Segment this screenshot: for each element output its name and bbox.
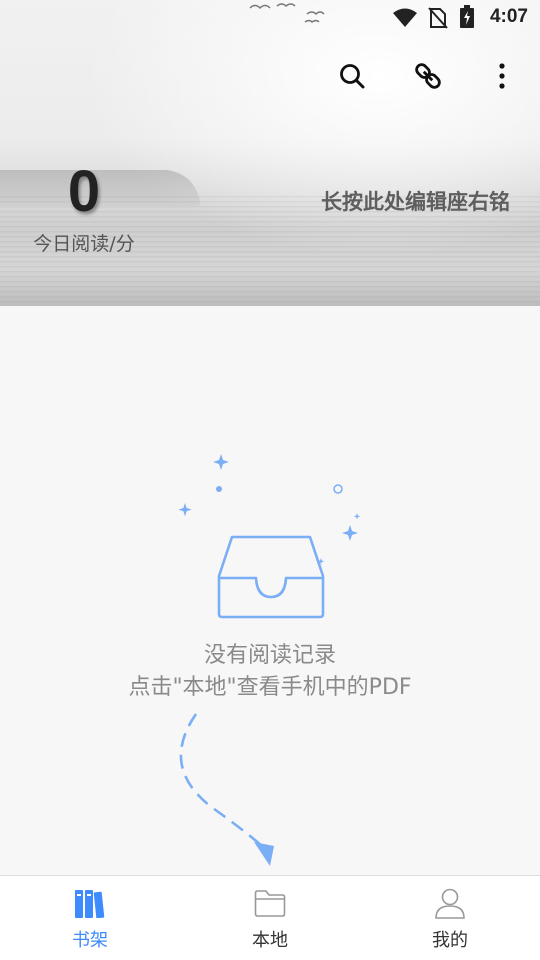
battery-charging-icon xyxy=(459,5,475,33)
nav-item-mine[interactable]: 我的 xyxy=(360,876,540,960)
reading-minutes-count: 0 xyxy=(67,159,101,224)
nav-label-bookshelf: 书架 xyxy=(72,930,108,951)
no-sim-icon xyxy=(428,7,448,33)
status-bar: 4:07 xyxy=(0,0,540,36)
nav-label-local: 本地 xyxy=(252,930,288,951)
empty-state-hint: 点击"本地"查看手机中的PDF xyxy=(128,675,412,700)
bottom-navigation: 书架 本地 我的 xyxy=(0,875,540,960)
nav-item-local[interactable]: 本地 xyxy=(180,876,360,960)
profile-icon xyxy=(433,886,467,920)
empty-inbox-icon xyxy=(178,454,361,619)
empty-state-title: 没有阅读记录 xyxy=(203,643,336,668)
bookshelf-icon xyxy=(73,886,107,920)
nav-label-mine: 我的 xyxy=(432,930,468,951)
header-banner xyxy=(0,0,540,306)
folder-icon xyxy=(253,886,287,920)
nav-item-bookshelf[interactable]: 书架 xyxy=(0,876,180,960)
wifi-icon xyxy=(392,8,418,32)
search-icon[interactable] xyxy=(334,58,370,94)
link-icon[interactable] xyxy=(410,58,446,94)
dashed-arrow-decoration xyxy=(179,713,274,866)
motto-text[interactable]: 长按此处编辑座右铭 xyxy=(321,186,510,216)
more-vert-icon[interactable] xyxy=(484,58,520,94)
reading-minutes-label: 今日阅读/分 xyxy=(33,233,135,255)
status-time: 4:07 xyxy=(489,6,528,27)
